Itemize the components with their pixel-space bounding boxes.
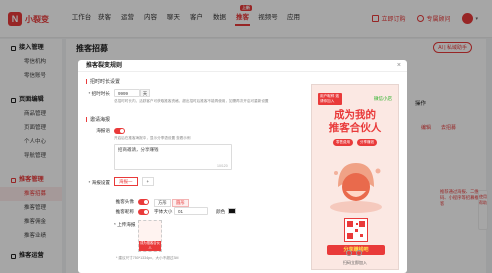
font-size-select[interactable]: 01 bbox=[174, 207, 208, 215]
section-poster-title: 邀请海报 bbox=[90, 117, 111, 123]
preview-wechat-store: 微信小店 bbox=[374, 96, 392, 101]
close-icon[interactable]: × bbox=[397, 60, 401, 72]
poster-text-label: 海报语 bbox=[96, 128, 110, 133]
add-tab-button[interactable]: + bbox=[141, 177, 155, 186]
preview-mascot-illustration bbox=[330, 163, 382, 213]
preview-title-line2: 推客合伙人 bbox=[328, 122, 382, 134]
qr-code-icon bbox=[344, 218, 368, 242]
duration-label: * 招时时长 bbox=[88, 91, 110, 96]
section-duration-title: 招时时长设置 bbox=[90, 79, 121, 85]
poster-thumbnail-label: 成为推客合伙人 bbox=[139, 241, 161, 251]
poster-thumbnail[interactable]: 成为推客合伙人 bbox=[138, 220, 162, 252]
section-duration: 招时时长设置 bbox=[86, 78, 120, 85]
preview-prev-dot[interactable] bbox=[346, 250, 352, 256]
upload-hint: * 建议尺寸750*1334px，大小不超过3M bbox=[116, 256, 179, 260]
poster-text-area[interactable]: 招商邀请，分享赚钱 bbox=[114, 144, 232, 170]
fission-rules-modal: 推客裂变规则 × 招时时长设置 * 招时时长 9999 天 总招时时长内，活跃客… bbox=[78, 60, 407, 273]
preview-tags: 零售费用 分享赚钱 bbox=[312, 139, 398, 146]
duration-unit: 天 bbox=[140, 89, 150, 97]
color-swatch[interactable] bbox=[228, 208, 236, 214]
upload-poster-label: * 上传海报 bbox=[114, 222, 136, 227]
poster-tabs: 海报一 + bbox=[114, 177, 155, 186]
preview-tag: 零售费用 bbox=[333, 139, 353, 146]
duration-hint: 总招时时长内，活跃客户可获取推客资格，超出招时后推客不能再使用，如需再次开启可重… bbox=[114, 99, 269, 103]
shape-square-option[interactable]: 方形 bbox=[154, 199, 171, 207]
duration-input[interactable]: 9999 bbox=[114, 89, 140, 97]
preview-next-dot[interactable] bbox=[356, 250, 362, 256]
preview-invite-ribbon: 用户昵称 邀请你加入 bbox=[318, 93, 342, 105]
tab-poster-1[interactable]: 海报一 bbox=[114, 177, 138, 186]
poster-switch-hint: 开启后在推客海报中，显示分享语设置 查看示例 bbox=[114, 136, 191, 140]
preview-bottom-text: 扫码立即加入 bbox=[343, 260, 367, 265]
font-size-label: 字体大小 bbox=[154, 209, 173, 214]
color-label: 颜色 bbox=[216, 209, 226, 214]
avatar-option-label: 推客头像 bbox=[115, 199, 134, 204]
preview-title-line1: 成为我的 bbox=[334, 109, 376, 121]
preview-tag: 分享赚钱 bbox=[357, 139, 377, 146]
nickname-toggle[interactable] bbox=[138, 209, 149, 215]
avatar-toggle[interactable] bbox=[138, 199, 149, 205]
preview-title: 成为我的 推客合伙人 bbox=[312, 109, 398, 135]
shape-circle-option[interactable]: 圆形 bbox=[172, 199, 189, 207]
poster-text-toggle[interactable] bbox=[114, 128, 125, 134]
modal-title: 推客裂变规则 bbox=[86, 63, 123, 69]
nickname-option-label: 推客昵称 bbox=[115, 209, 134, 214]
poster-setting-label: * 海报设置 bbox=[88, 180, 110, 185]
modal-header: 推客裂变规则 × bbox=[78, 60, 407, 72]
poster-text-count: 10/120 bbox=[217, 164, 228, 168]
poster-preview: 用户昵称 邀请你加入 微信小店 成为我的 推客合伙人 零售费用 分享赚钱 分享赚… bbox=[311, 84, 399, 270]
section-poster: 邀请海报 bbox=[86, 116, 110, 123]
